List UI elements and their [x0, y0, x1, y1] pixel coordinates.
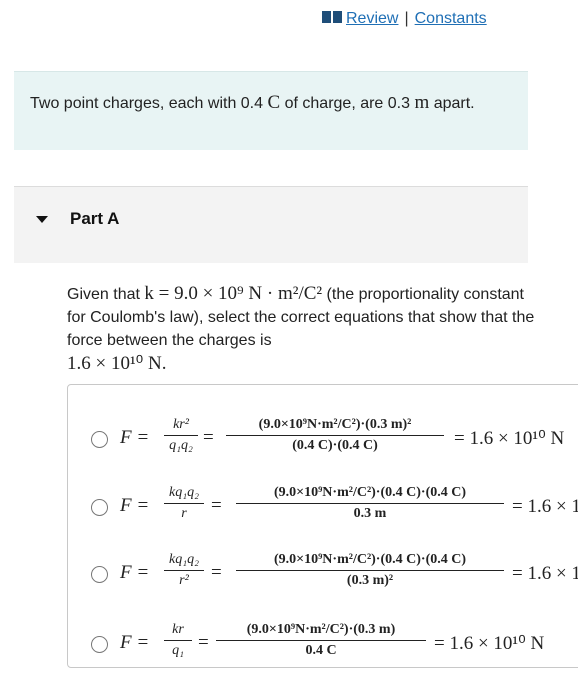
option-result: = 1.6 × 10¹⁰ N — [512, 563, 578, 584]
numeric-numerator: (9.0×10⁹N·m²/C²)·(0.4 C)·(0.4 C) — [273, 485, 467, 500]
numeric-fraction: (9.0×10⁹N·m²/C²)·(0.4 C)·(0.4 C) 0.3 m — [236, 485, 504, 522]
numeric-numerator: (9.0×10⁹N·m²/C²)·(0.3 m)² — [258, 417, 412, 432]
symbolic-numerator: kq₁q₂ — [169, 552, 199, 567]
intro-text-a: Two point charges, each with 0.4 — [30, 95, 268, 112]
symbolic-denominator: r — [181, 506, 187, 521]
option-lhs: F = — [120, 495, 150, 516]
intro-text-c: apart. — [429, 95, 475, 112]
radio-icon[interactable] — [91, 499, 108, 516]
option-lhs: F = — [120, 632, 150, 653]
radio-icon[interactable] — [91, 431, 108, 448]
intro-text-b: of charge, are 0.3 — [280, 95, 415, 112]
triangle-down-icon[interactable] — [36, 216, 48, 223]
book-icon — [322, 10, 342, 28]
option-lhs: F = — [120, 562, 150, 583]
radio-icon[interactable] — [91, 636, 108, 653]
symbolic-fraction: kr² q₁q₂ — [164, 417, 198, 454]
problem-intro: Two point charges, each with 0.4 C of ch… — [14, 71, 528, 150]
part-title: Part A — [70, 209, 120, 228]
symbolic-fraction: kq₁q₂ r — [164, 485, 204, 522]
numeric-numerator: (9.0×10⁹N·m²/C²)·(0.4 C)·(0.4 C) — [273, 552, 467, 567]
symbolic-denominator: q₁q₂ — [169, 438, 193, 453]
intro-unit-m: m — [414, 92, 430, 113]
numeric-denominator: 0.4 C — [305, 643, 337, 658]
resource-links: Review | Constants — [322, 10, 487, 28]
answer-options: F = kr² q₁q₂ = (9.0×10⁹N·m²/C²)·(0.3 m)²… — [67, 384, 578, 668]
symbolic-fraction: kr q₁ — [164, 622, 192, 659]
symbolic-denominator: q₁ — [172, 643, 184, 658]
target-force: 1.6 × 10¹⁰ N. — [67, 353, 167, 374]
symbolic-numerator: kr² — [173, 417, 189, 432]
numeric-denominator: 0.3 m — [353, 506, 387, 521]
radio-icon[interactable] — [91, 566, 108, 583]
equals-sign: = — [198, 632, 209, 653]
symbolic-denominator: r² — [179, 573, 189, 588]
link-separator: | — [404, 10, 409, 28]
symbolic-fraction: kq₁q₂ r² — [164, 552, 204, 589]
question-text-a: Given that — [67, 286, 145, 303]
option-result: = 1.6 × 10¹⁰ N — [454, 428, 565, 449]
part-a-header[interactable]: Part A — [14, 186, 528, 263]
equals-sign: = — [203, 427, 214, 448]
numeric-denominator: (0.3 m)² — [346, 573, 394, 588]
option-result: = 1.6 × 10¹⁰ N — [512, 496, 578, 517]
numeric-fraction: (9.0×10⁹N·m²/C²)·(0.3 m) 0.4 C — [216, 622, 426, 659]
numeric-denominator: (0.4 C)·(0.4 C) — [292, 438, 378, 453]
numeric-fraction: (9.0×10⁹N·m²/C²)·(0.4 C)·(0.4 C) (0.3 m)… — [236, 552, 504, 589]
option-result: = 1.6 × 10¹⁰ N — [434, 633, 545, 654]
constants-link[interactable]: Constants — [415, 10, 487, 27]
review-link[interactable]: Review — [346, 10, 398, 27]
intro-unit-c: C — [267, 92, 281, 113]
k-value: k = 9.0 × 10⁹ N · m²/C² — [144, 283, 323, 304]
equals-sign: = — [211, 495, 222, 516]
question-text: Given that k = 9.0 × 10⁹ N · m²/C² (the … — [67, 282, 537, 376]
numeric-numerator: (9.0×10⁹N·m²/C²)·(0.3 m) — [246, 622, 396, 637]
equals-sign: = — [211, 562, 222, 583]
symbolic-numerator: kq₁q₂ — [169, 485, 199, 500]
option-lhs: F = — [120, 427, 150, 448]
symbolic-numerator: kr — [172, 622, 184, 637]
numeric-fraction: (9.0×10⁹N·m²/C²)·(0.3 m)² (0.4 C)·(0.4 C… — [226, 417, 444, 454]
